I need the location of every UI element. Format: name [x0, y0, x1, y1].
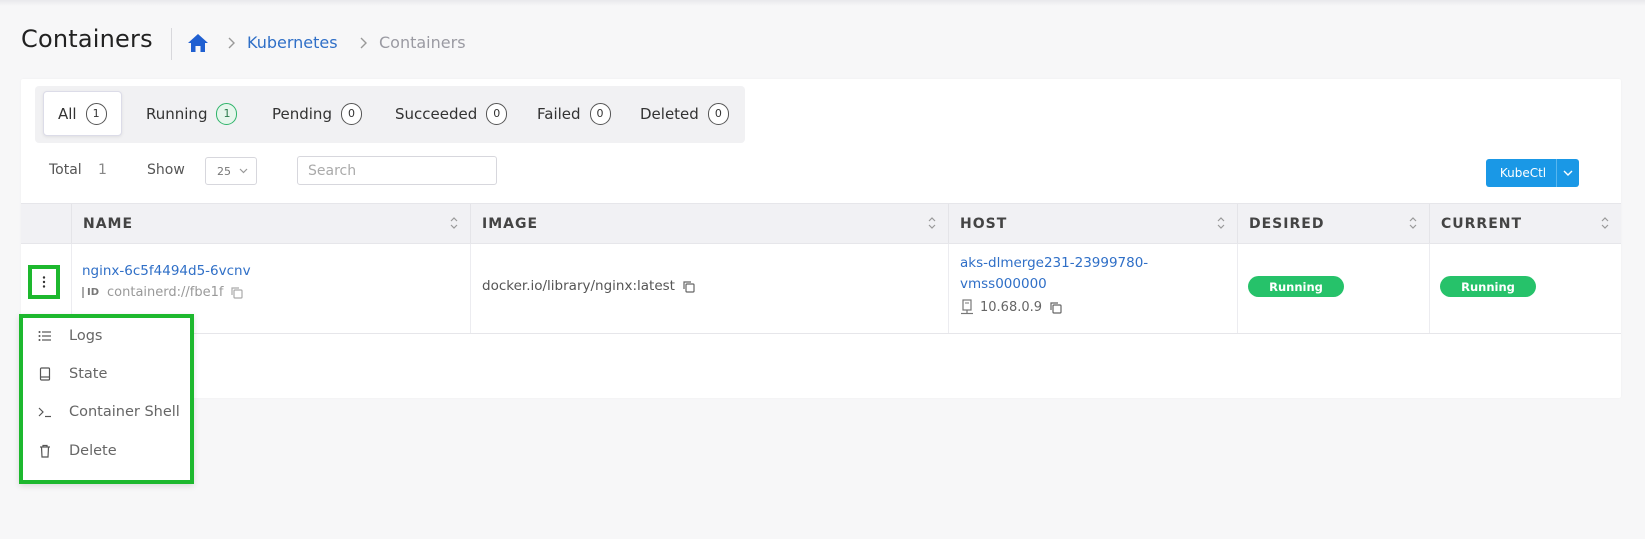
menu-item-state[interactable]: State — [23, 356, 190, 392]
container-id: ID containerd://fbe1f — [82, 285, 244, 300]
kubectl-button[interactable]: KubeCtl — [1486, 159, 1579, 187]
trash-icon — [37, 443, 53, 459]
container-image: docker.io/library/nginx:latest — [482, 278, 695, 294]
host-link[interactable]: aks-dlmerge231-23999780-vmss000000 — [960, 253, 1160, 295]
tab-deleted[interactable]: Deleted 0 — [626, 91, 743, 136]
table-row: nginx-6c5f4494d5-6vcnv ID containerd://f… — [21, 244, 1621, 334]
column-label: DESIRED — [1249, 215, 1325, 232]
tab-pending[interactable]: Pending 0 — [258, 91, 376, 136]
book-icon — [37, 366, 53, 382]
tab-label: All — [58, 104, 77, 123]
th-host[interactable]: HOST — [948, 204, 1237, 243]
list-icon — [37, 328, 53, 344]
th-actions — [21, 204, 71, 243]
menu-item-logs[interactable]: Logs — [23, 318, 190, 354]
show-label: Show — [147, 162, 185, 178]
copy-icon[interactable] — [682, 280, 695, 293]
column-label: CURRENT — [1441, 215, 1523, 232]
container-name-link[interactable]: nginx-6c5f4494d5-6vcnv — [82, 263, 251, 279]
tab-count: 0 — [486, 102, 508, 125]
tab-label: Deleted — [640, 104, 699, 123]
container-id-value: containerd://fbe1f — [107, 285, 224, 300]
chevron-down-icon — [239, 168, 248, 174]
tab-label: Succeeded — [395, 104, 478, 123]
menu-item-label: Container Shell — [69, 404, 180, 420]
copy-icon[interactable] — [230, 286, 244, 299]
status-tabs: All 1 Running 1 Pending 0 Succeeded 0 Fa… — [35, 86, 745, 143]
column-label: IMAGE — [482, 215, 539, 232]
page-size-select[interactable]: 25 — [205, 157, 257, 185]
total-value: 1 — [98, 162, 107, 178]
row-actions-menu: Logs State Container Shell Delete — [19, 314, 194, 484]
tab-count: 1 — [216, 102, 238, 125]
tab-count: 0 — [589, 102, 611, 125]
host-ip: 10.68.0.9 — [960, 299, 1062, 315]
sort-icon[interactable] — [1601, 216, 1609, 230]
th-current[interactable]: CURRENT — [1429, 204, 1621, 243]
kubectl-label: KubeCtl — [1499, 166, 1547, 180]
sort-icon[interactable] — [1409, 216, 1417, 230]
breadcrumb-kubernetes[interactable]: Kubernetes — [247, 33, 338, 52]
more-vertical-icon — [42, 276, 46, 288]
containers-card: All 1 Running 1 Pending 0 Succeeded 0 Fa… — [21, 79, 1621, 398]
page-size-value: 25 — [217, 164, 231, 178]
id-badge: ID — [82, 287, 99, 298]
menu-item-label: Delete — [69, 443, 117, 459]
th-desired[interactable]: DESIRED — [1237, 204, 1429, 243]
th-name[interactable]: NAME — [71, 204, 470, 243]
sort-icon[interactable] — [450, 216, 458, 230]
tab-label: Failed — [537, 104, 581, 123]
sort-icon[interactable] — [1217, 216, 1225, 230]
tab-count: 1 — [85, 102, 107, 125]
column-label: NAME — [83, 215, 134, 232]
tab-succeeded[interactable]: Succeeded 0 — [381, 91, 521, 136]
breadcrumb-current: Containers — [379, 33, 466, 52]
menu-item-delete[interactable]: Delete — [23, 433, 190, 469]
tab-label: Pending — [272, 104, 332, 123]
host-ip-value: 10.68.0.9 — [980, 299, 1043, 315]
tab-running[interactable]: Running 1 — [132, 91, 251, 136]
top-shadow — [0, 0, 1645, 6]
menu-item-label: State — [69, 366, 108, 382]
tab-count: 0 — [340, 102, 362, 125]
tab-count: 0 — [707, 102, 729, 125]
home-icon[interactable] — [187, 33, 209, 53]
total-label: Total — [49, 162, 82, 178]
title-divider — [171, 28, 172, 60]
column-label: HOST — [960, 215, 1008, 232]
search-input[interactable] — [297, 156, 497, 185]
server-icon — [961, 299, 973, 315]
row-actions-button[interactable] — [28, 265, 60, 299]
image-value: docker.io/library/nginx:latest — [482, 278, 675, 294]
current-status-badge: Running — [1440, 276, 1536, 297]
th-image[interactable]: IMAGE — [470, 204, 948, 243]
desired-status-badge: Running — [1248, 276, 1344, 297]
menu-item-container-shell[interactable]: Container Shell — [23, 394, 190, 430]
page-title: Containers — [21, 25, 153, 53]
chevron-down-icon — [1563, 170, 1573, 176]
terminal-icon — [37, 404, 53, 420]
copy-icon[interactable] — [1049, 301, 1062, 314]
chevron-right-icon — [360, 37, 367, 49]
kubectl-dropdown-toggle[interactable] — [1557, 170, 1579, 176]
tab-all[interactable]: All 1 — [43, 91, 122, 136]
chevron-right-icon — [228, 37, 235, 49]
sort-icon[interactable] — [928, 216, 936, 230]
tab-failed[interactable]: Failed 0 — [523, 91, 625, 136]
table-header: NAME IMAGE HOST DESIRED CURRENT — [21, 203, 1621, 244]
menu-item-label: Logs — [69, 328, 103, 344]
tab-label: Running — [146, 104, 208, 123]
